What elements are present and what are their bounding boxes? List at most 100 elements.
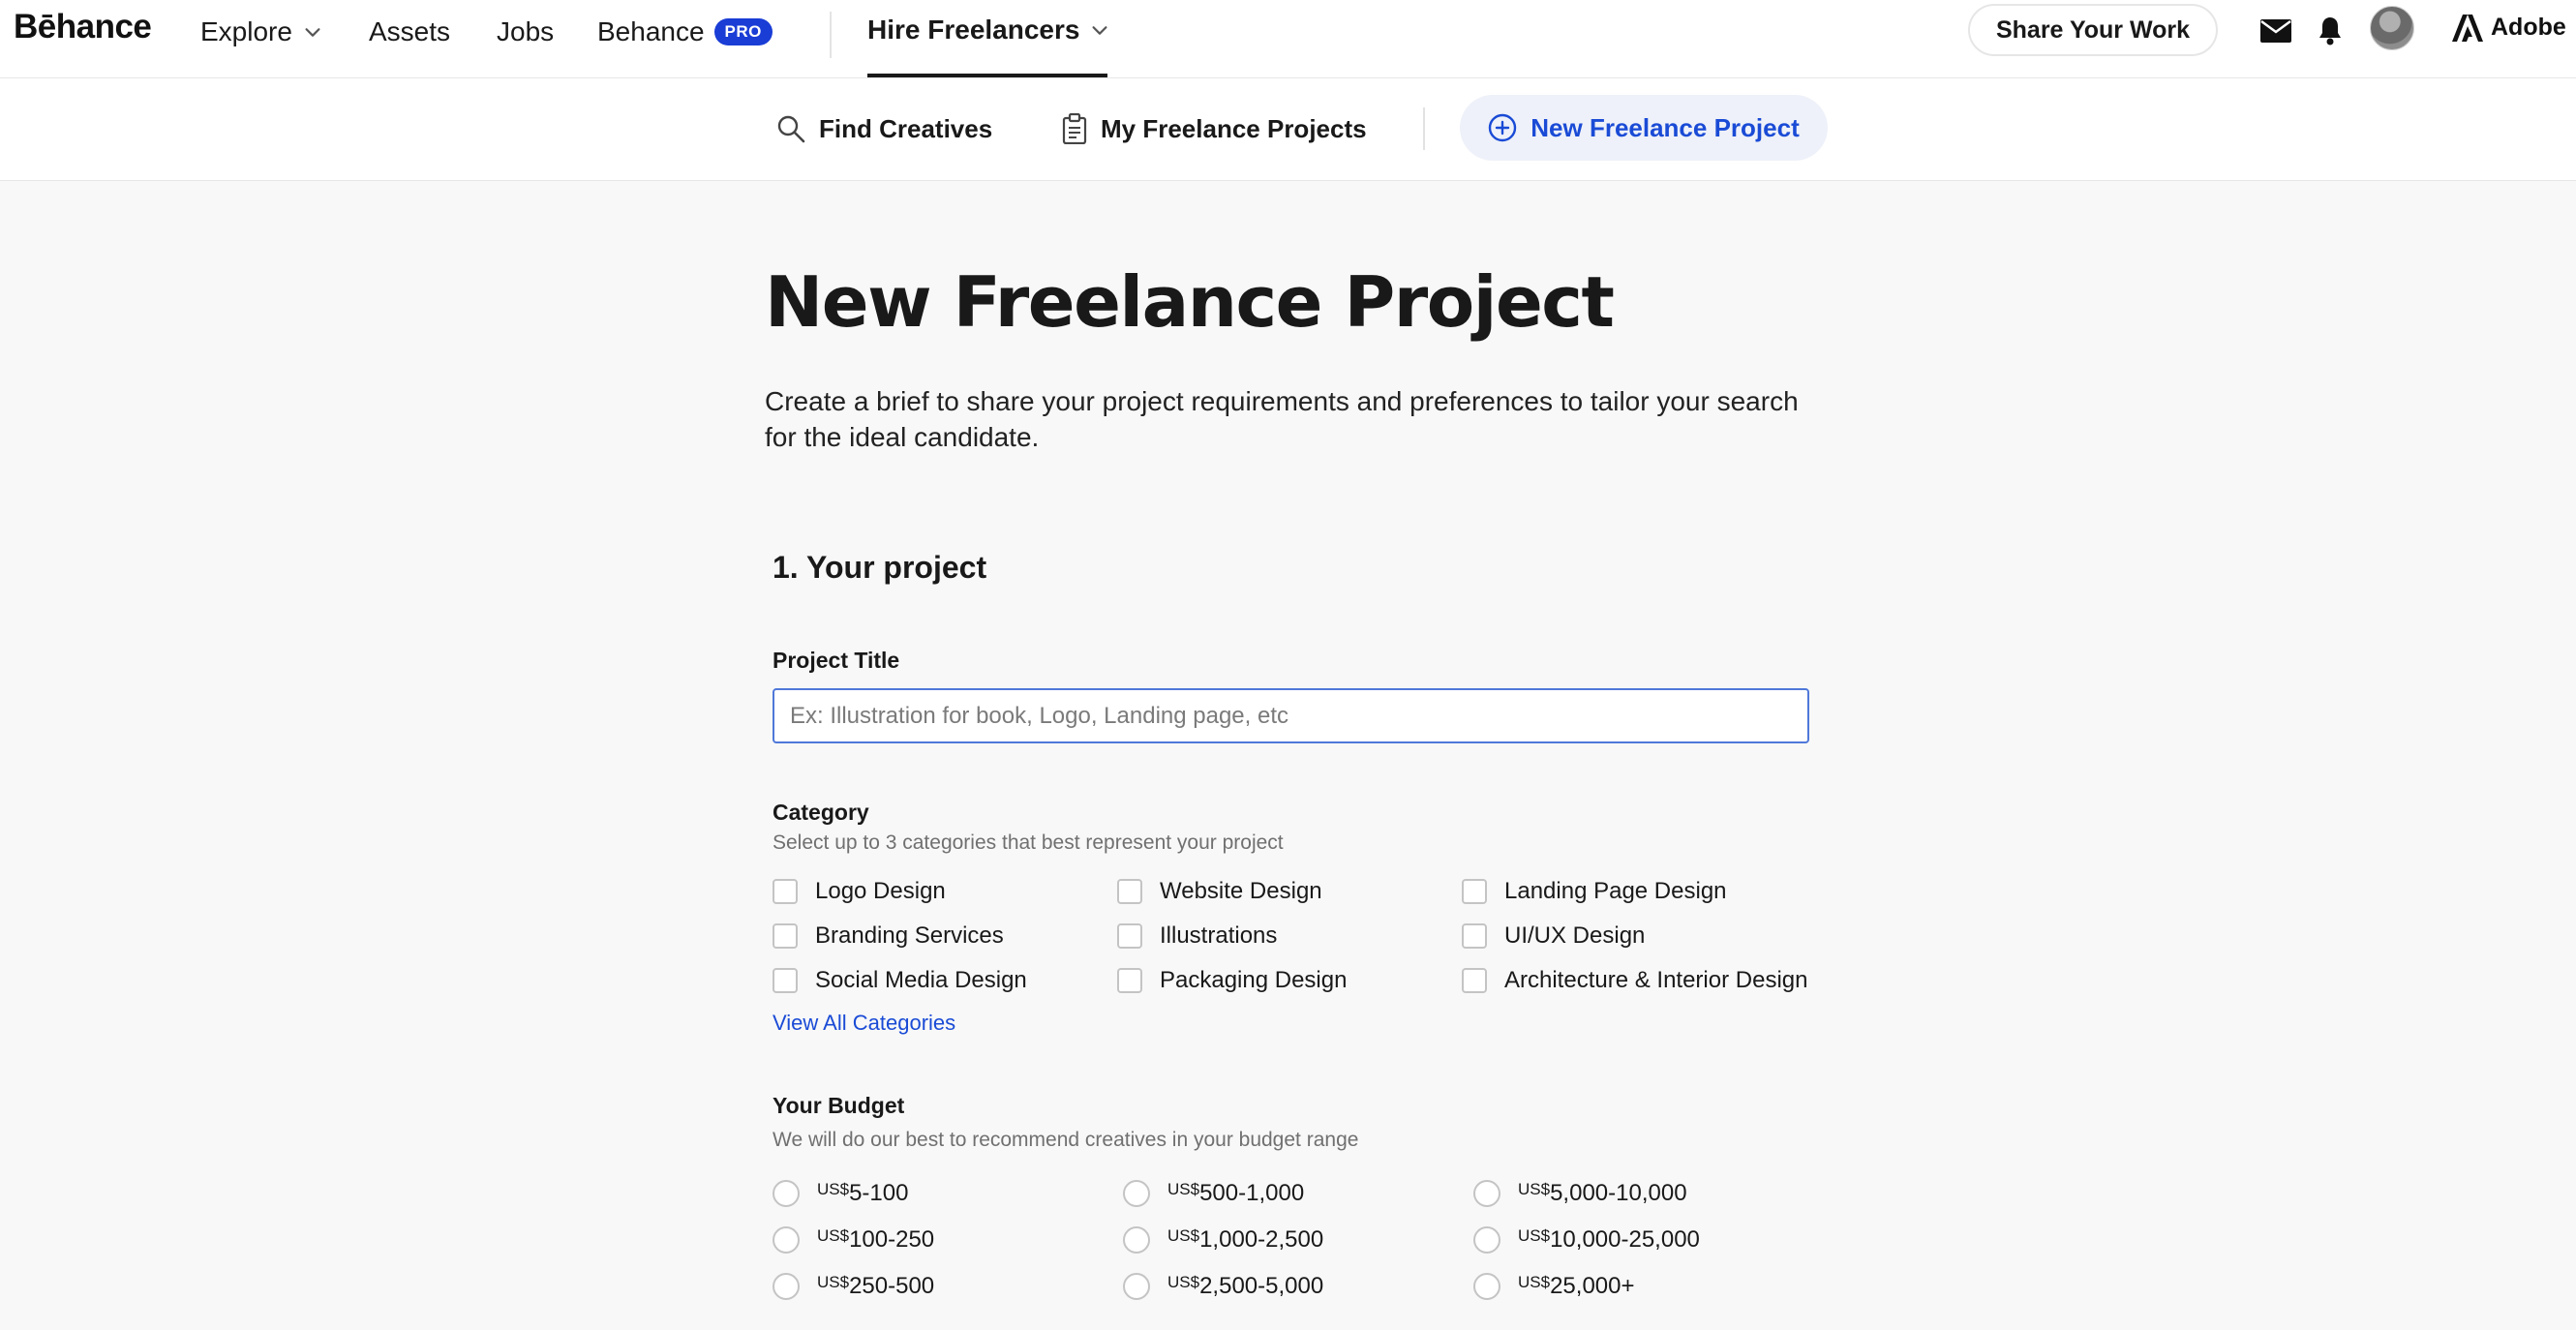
category-option-label: Illustrations	[1160, 922, 1278, 949]
share-your-work-button[interactable]: Share Your Work	[1968, 4, 2218, 56]
radio-button[interactable]	[1123, 1273, 1150, 1300]
pro-badge: PRO	[713, 18, 773, 45]
currency-label: US$	[1167, 1180, 1200, 1198]
radio-button[interactable]	[1123, 1226, 1150, 1254]
my-freelance-projects-tab[interactable]: My Freelance Projects	[1062, 107, 1367, 150]
category-option-illustrations[interactable]: Illustrations	[1117, 922, 1277, 950]
category-option-website-design[interactable]: Website Design	[1117, 878, 1322, 905]
category-option-landing-page-design[interactable]: Landing Page Design	[1462, 878, 1727, 905]
find-creatives-tab[interactable]: Find Creatives	[776, 107, 992, 150]
budget-option-label: US$25,000+	[1518, 1272, 1635, 1301]
view-all-categories-link[interactable]: View All Categories	[773, 1011, 955, 1036]
currency-label: US$	[817, 1180, 850, 1198]
budget-option-label: US$10,000-25,000	[1518, 1225, 1700, 1254]
adobe-link[interactable]: Adobe	[2452, 14, 2566, 42]
budget-option-label: US$1,000-2,500	[1167, 1225, 1323, 1254]
category-option-social-media-design[interactable]: Social Media Design	[773, 967, 1027, 994]
category-hint: Select up to 3 categories that best repr…	[773, 831, 1284, 854]
currency-label: US$	[817, 1273, 850, 1291]
currency-label: US$	[1167, 1273, 1200, 1291]
category-option-label: UI/UX Design	[1504, 922, 1646, 949]
category-option-packaging-design[interactable]: Packaging Design	[1117, 967, 1347, 994]
radio-button[interactable]	[773, 1226, 800, 1254]
checkbox[interactable]	[773, 923, 798, 949]
page-title: New Freelance Project	[765, 261, 1615, 343]
section-your-project-title: 1. Your project	[773, 550, 987, 585]
my-projects-label: My Freelance Projects	[1101, 113, 1367, 143]
category-option-label: Packaging Design	[1160, 967, 1348, 993]
nav-jobs-label: Jobs	[497, 16, 555, 46]
budget-option-2500-5000[interactable]: US$2,500-5,000	[1123, 1272, 1323, 1301]
budget-option-5-100[interactable]: US$5-100	[773, 1179, 908, 1208]
clipboard-icon	[1062, 113, 1087, 144]
radio-button[interactable]	[1123, 1180, 1150, 1207]
nav-assets[interactable]: Assets	[369, 15, 450, 49]
chevron-down-icon	[305, 28, 320, 37]
checkbox[interactable]	[773, 879, 798, 904]
checkbox[interactable]	[1462, 923, 1487, 949]
checkbox[interactable]	[1117, 968, 1142, 993]
budget-option-25000-plus[interactable]: US$25,000+	[1473, 1272, 1635, 1301]
budget-option-250-500[interactable]: US$250-500	[773, 1272, 934, 1301]
category-option-branding-services[interactable]: Branding Services	[773, 922, 1004, 950]
mail-icon	[2260, 19, 2291, 43]
category-option-label: Landing Page Design	[1504, 878, 1727, 904]
radio-button[interactable]	[1473, 1226, 1500, 1254]
notifications-button[interactable]	[2313, 14, 2348, 48]
budget-option-label: US$2,500-5,000	[1167, 1272, 1323, 1301]
nav-hire-label: Hire Freelancers	[867, 15, 1080, 45]
find-creatives-label: Find Creatives	[819, 113, 993, 143]
category-option-label: Branding Services	[815, 922, 1004, 949]
budget-option-10000-25000[interactable]: US$10,000-25,000	[1473, 1225, 1700, 1254]
messages-button[interactable]	[2258, 14, 2293, 48]
budget-option-1000-2500[interactable]: US$1,000-2,500	[1123, 1225, 1323, 1254]
project-title-input[interactable]	[773, 688, 1809, 743]
nav-jobs[interactable]: Jobs	[497, 15, 554, 49]
user-avatar[interactable]	[2370, 6, 2414, 50]
budget-option-100-250[interactable]: US$100-250	[773, 1225, 934, 1254]
currency-label: US$	[1167, 1226, 1200, 1245]
budget-option-5000-10000[interactable]: US$5,000-10,000	[1473, 1179, 1687, 1208]
currency-label: US$	[1518, 1273, 1551, 1291]
budget-range: 250-500	[849, 1273, 935, 1299]
radio-button[interactable]	[1473, 1180, 1500, 1207]
radio-button[interactable]	[773, 1180, 800, 1207]
budget-option-500-1000[interactable]: US$500-1,000	[1123, 1179, 1304, 1208]
behance-logo[interactable]: Bēhance	[14, 8, 152, 46]
budget-range: 100-250	[849, 1226, 935, 1253]
new-project-label: New Freelance Project	[1530, 112, 1800, 142]
top-navigation-bar: Bēhance Explore Assets Jobs Behance PRO …	[0, 0, 2576, 78]
radio-button[interactable]	[773, 1273, 800, 1300]
new-freelance-project-tab[interactable]: New Freelance Project	[1460, 95, 1828, 161]
nav-explore[interactable]: Explore	[200, 15, 323, 49]
checkbox[interactable]	[1462, 968, 1487, 993]
category-option-label: Website Design	[1160, 878, 1322, 904]
budget-range: 5-100	[849, 1180, 909, 1206]
nav-assets-label: Assets	[369, 16, 451, 46]
budget-range: 10,000-25,000	[1550, 1226, 1700, 1253]
checkbox[interactable]	[1117, 923, 1142, 949]
category-option-ui-ux-design[interactable]: UI/UX Design	[1462, 922, 1645, 950]
nav-divider	[830, 12, 832, 58]
budget-range: 1,000-2,500	[1199, 1226, 1324, 1253]
nav-behance-pro[interactable]: Behance PRO	[597, 15, 773, 49]
checkbox[interactable]	[1462, 879, 1487, 904]
budget-range: 2,500-5,000	[1199, 1273, 1324, 1299]
budget-range: 5,000-10,000	[1550, 1180, 1687, 1206]
nav-behance-label: Behance	[597, 16, 705, 46]
nav-hire-freelancers[interactable]: Hire Freelancers	[867, 15, 1110, 45]
checkbox[interactable]	[773, 968, 798, 993]
budget-option-label: US$250-500	[817, 1272, 934, 1301]
adobe-label: Adobe	[2491, 14, 2566, 41]
budget-option-label: US$500-1,000	[1167, 1179, 1304, 1208]
category-option-label: Social Media Design	[815, 967, 1027, 993]
budget-hint: We will do our best to recommend creativ…	[773, 1129, 1359, 1151]
checkbox[interactable]	[1117, 879, 1142, 904]
radio-button[interactable]	[1473, 1273, 1500, 1300]
page-description: Create a brief to share your project req…	[765, 386, 1799, 452]
search-icon	[777, 115, 805, 143]
chevron-down-icon	[1092, 26, 1107, 35]
category-option-logo-design[interactable]: Logo Design	[773, 878, 946, 905]
active-tab-underline	[867, 74, 1107, 77]
category-option-architecture-interior-design[interactable]: Architecture & Interior Design	[1462, 967, 1807, 994]
